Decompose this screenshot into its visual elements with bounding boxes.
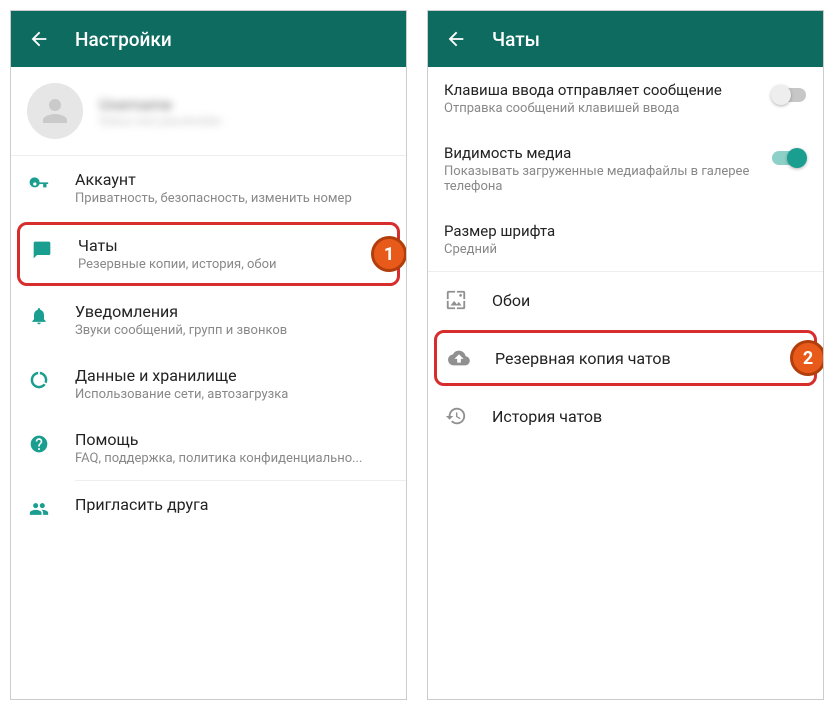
item-sub: Приватность, безопасность, изменить номе… <box>75 191 390 206</box>
arrow-left-icon <box>445 28 467 50</box>
page-title: Чаты <box>492 28 540 51</box>
arrow-left-icon <box>28 28 50 50</box>
chat-icon <box>30 238 54 262</box>
people-icon <box>27 497 51 521</box>
toggle-title: Клавиша ввода отправляет сообщение <box>444 81 759 99</box>
settings-screen: Настройки Username Status text placehold… <box>10 10 407 700</box>
cloud-upload-icon <box>447 346 471 370</box>
toggle-sub: Отправка сообщений клавишей ввода <box>444 101 759 116</box>
settings-item-notifications[interactable]: Уведомления Звуки сообщений, групп и зво… <box>11 288 406 352</box>
back-button[interactable] <box>27 27 51 51</box>
settings-item-data[interactable]: Данные и хранилище Использование сети, а… <box>11 352 406 416</box>
settings-item-invite[interactable]: Пригласить друга <box>11 481 406 535</box>
font-size-row[interactable]: Размер шрифта Средний <box>428 208 823 271</box>
chat-history-row[interactable]: История чатов <box>428 388 823 444</box>
switch-on[interactable] <box>771 148 807 168</box>
item-title: Чаты <box>78 236 387 255</box>
row-title: Резервная копия чатов <box>495 349 671 368</box>
chat-backup-row-highlight: Резервная копия чатов 2 <box>434 330 817 386</box>
settings-item-account[interactable]: Аккаунт Приватность, безопасность, измен… <box>11 156 406 220</box>
back-button[interactable] <box>444 27 468 51</box>
item-title: Аккаунт <box>75 170 390 189</box>
toggle-media-visibility[interactable]: Видимость медиа Показывать загруженные м… <box>428 130 823 208</box>
help-icon <box>27 432 51 456</box>
item-title: Данные и хранилище <box>75 366 390 385</box>
item-sub: Резервные копии, история, обои <box>78 257 387 272</box>
step-badge-2: 2 <box>790 340 823 376</box>
person-icon <box>37 93 73 129</box>
profile-info: Username Status text placeholder <box>99 95 222 128</box>
toggle-enter-send[interactable]: Клавиша ввода отправляет сообщение Отпра… <box>428 67 823 130</box>
profile-row[interactable]: Username Status text placeholder <box>11 67 406 156</box>
item-title: Уведомления <box>75 302 390 321</box>
page-title: Настройки <box>75 28 172 51</box>
item-sub: Использование сети, автозагрузка <box>75 387 390 402</box>
row-title: Обои <box>492 291 530 310</box>
item-sub: Звуки сообщений, групп и звонков <box>75 323 390 338</box>
settings-item-chats[interactable]: Чаты Резервные копии, история, обои 1 <box>17 222 400 286</box>
row-title: История чатов <box>492 407 602 426</box>
data-usage-icon <box>27 368 51 392</box>
value-title: Размер шрифта <box>444 222 807 240</box>
item-title: Пригласить друга <box>75 495 390 514</box>
item-sub: FAQ, поддержка, политика конфиденциально… <box>75 451 390 466</box>
chats-content: Клавиша ввода отправляет сообщение Отпра… <box>428 67 823 699</box>
key-icon <box>27 172 51 196</box>
wallpaper-icon <box>444 288 468 312</box>
settings-item-help[interactable]: Помощь FAQ, поддержка, политика конфиден… <box>11 416 406 480</box>
item-title: Помощь <box>75 430 390 449</box>
switch-off[interactable] <box>771 85 807 105</box>
appbar: Настройки <box>11 11 406 67</box>
toggle-title: Видимость медиа <box>444 144 759 162</box>
appbar: Чаты <box>428 11 823 67</box>
chat-backup-row[interactable]: Резервная копия чатов <box>437 333 814 383</box>
chats-settings-screen: Чаты Клавиша ввода отправляет сообщение … <box>427 10 824 700</box>
bell-icon <box>27 304 51 328</box>
settings-content: Username Status text placeholder Аккаунт… <box>11 67 406 699</box>
history-icon <box>444 404 468 428</box>
avatar <box>27 83 83 139</box>
step-badge-1: 1 <box>371 236 406 272</box>
wallpaper-row[interactable]: Обои <box>428 272 823 328</box>
value-sub: Средний <box>444 242 807 257</box>
profile-name: Username <box>99 95 222 114</box>
profile-status: Status text placeholder <box>99 114 222 128</box>
toggle-sub: Показывать загруженные медиафайлы в гале… <box>444 164 759 194</box>
